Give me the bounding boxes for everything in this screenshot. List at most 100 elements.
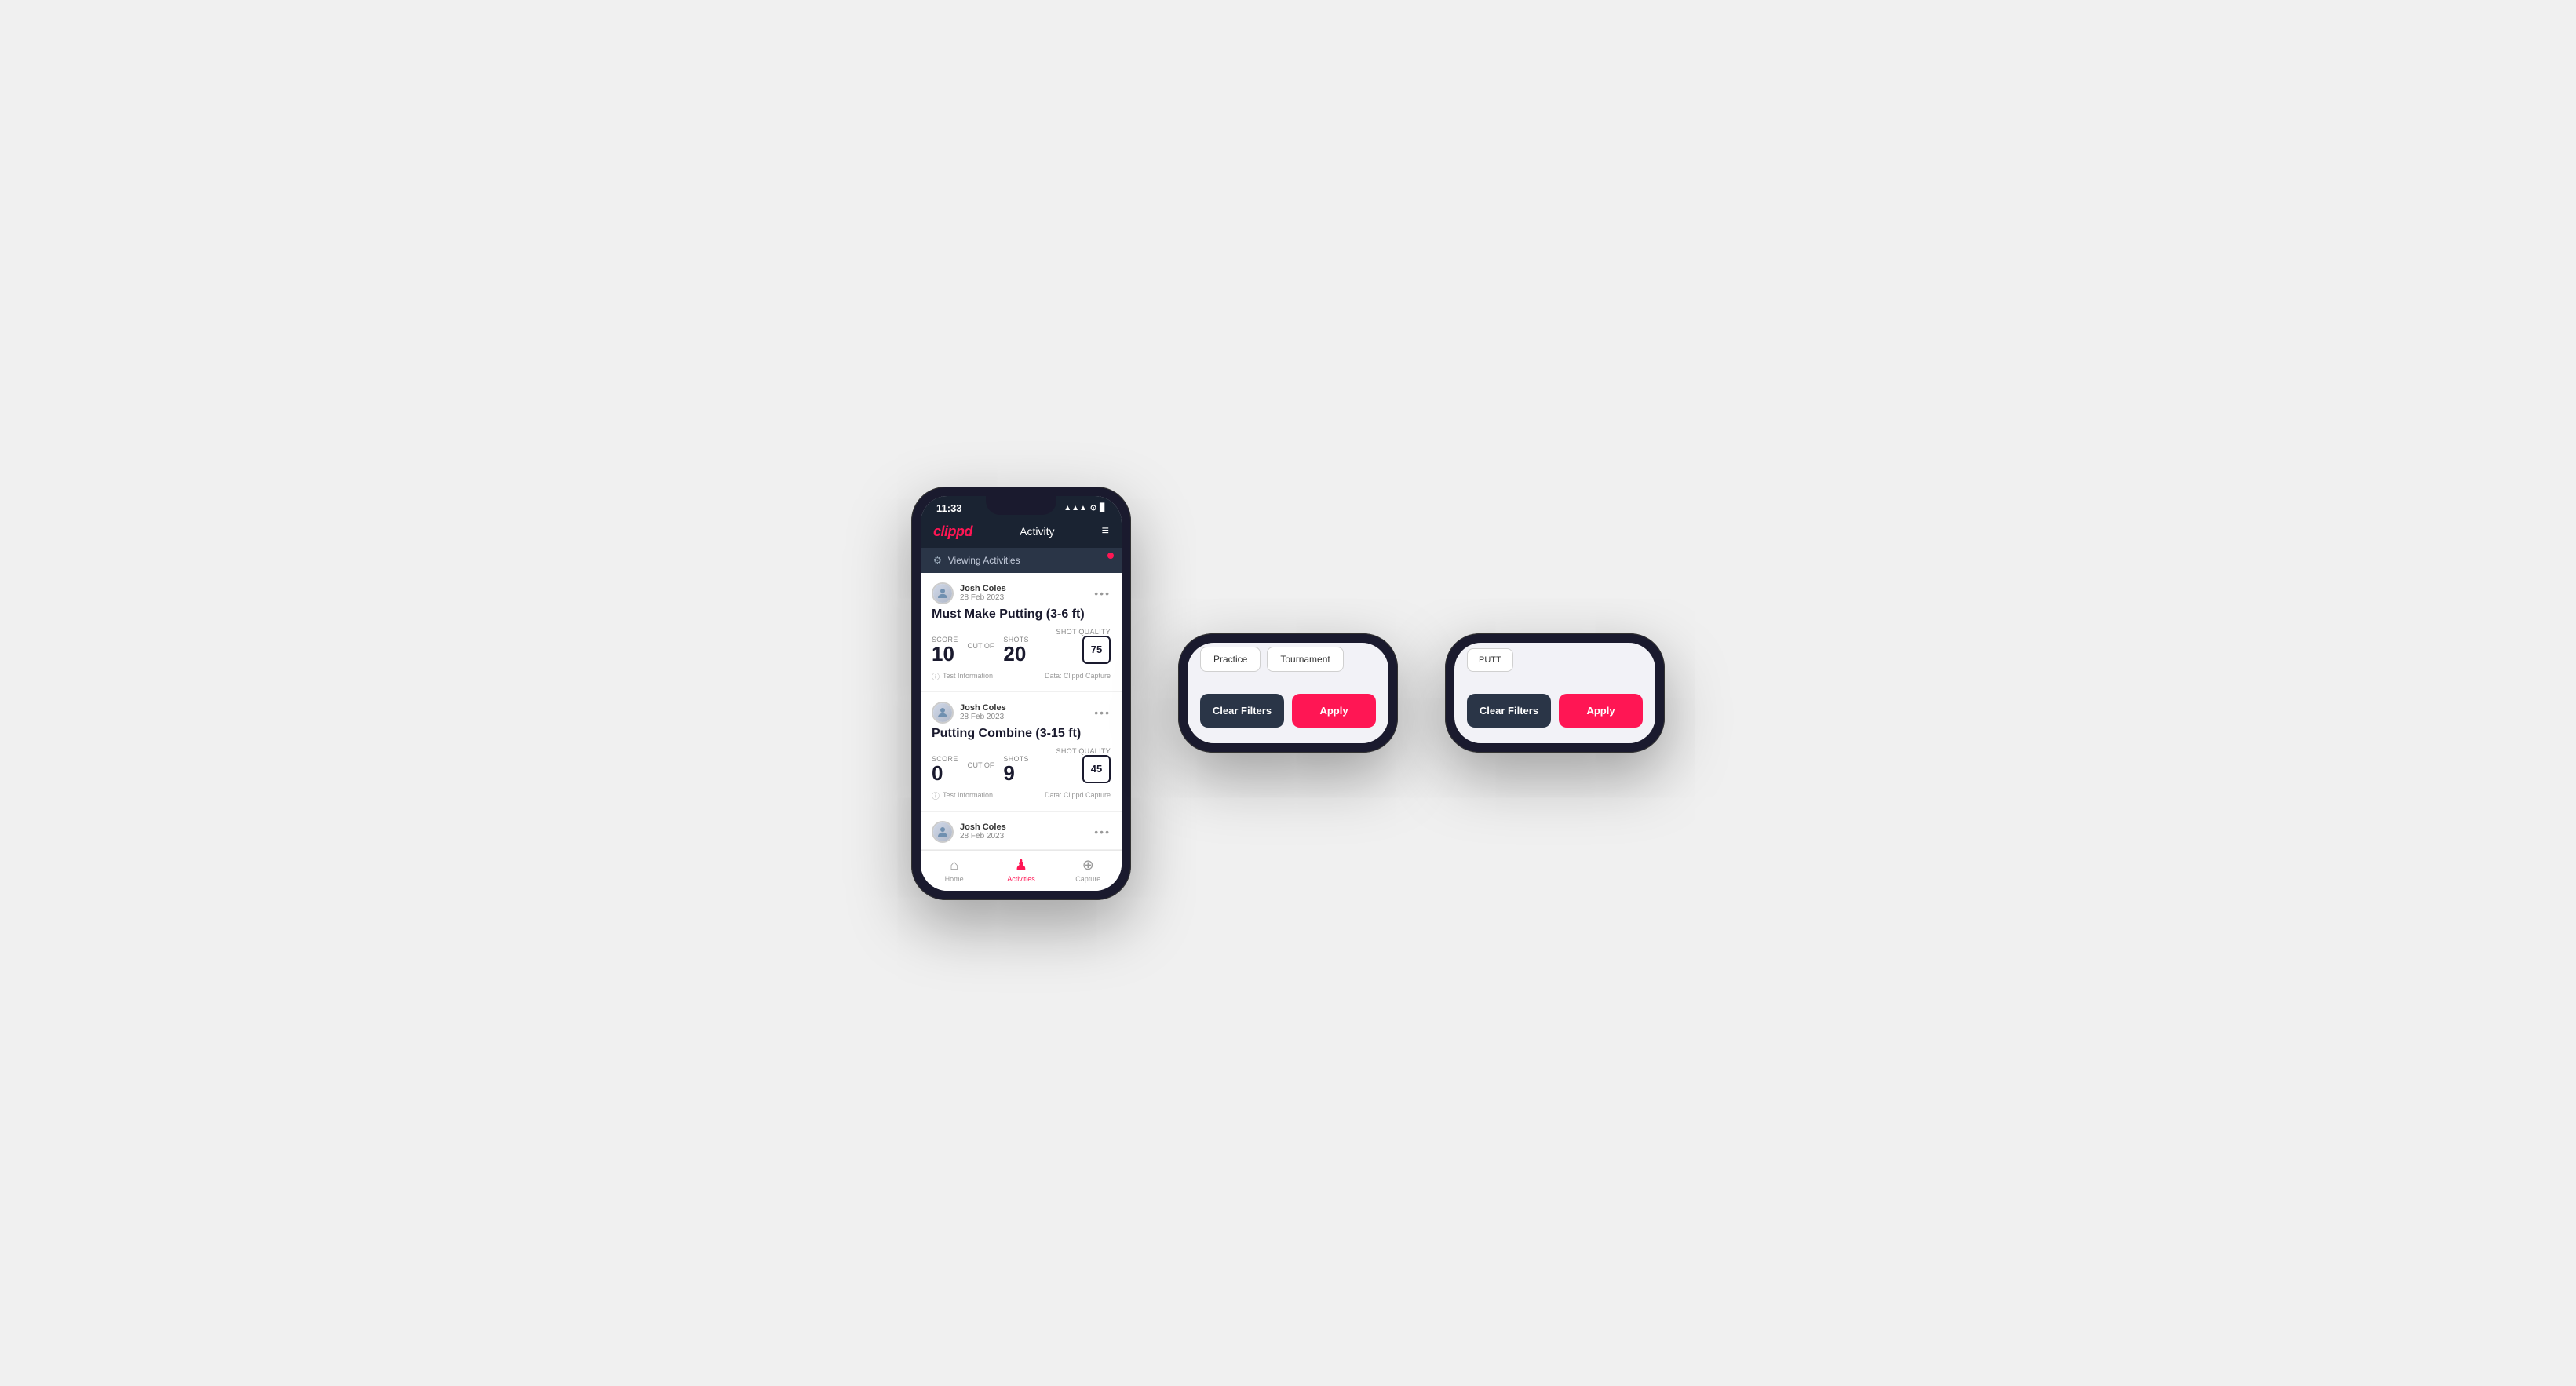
score-value-1: 10 <box>932 644 958 664</box>
rounds-section-2: Rounds Practice Tournament <box>1188 643 1388 681</box>
viewing-dot <box>1107 553 1114 559</box>
phone-2-screen: 11:33 ▲▲▲ ⊙ ▊ clippd Activity ≡ ⚙ Viewin… <box>1188 643 1388 743</box>
putt-btn-3[interactable]: PUTT <box>1467 648 1513 672</box>
scene: 11:33 ▲▲▲ ⊙ ▊ clippd Activity ≡ ⚙ Viewin… <box>864 440 1712 947</box>
status-icons: ▲▲▲ ⊙ ▊ <box>1064 504 1106 512</box>
data-source-2: Data: Clippd Capture <box>1045 791 1111 799</box>
user-name-2: Josh Coles <box>960 703 1006 713</box>
phone-2: 11:33 ▲▲▲ ⊙ ▊ clippd Activity ≡ ⚙ Viewin… <box>1178 633 1398 753</box>
apply-btn-3[interactable]: Apply <box>1559 694 1643 728</box>
nav-home-label: Home <box>945 875 964 883</box>
card-footer-1: ⓘ Test Information Data: Clippd Capture <box>932 670 1111 682</box>
filter-modal-2: Filter ✕ Show Rounds Practice Drills Rou… <box>1188 643 1388 743</box>
phone-1: 11:33 ▲▲▲ ⊙ ▊ clippd Activity ≡ ⚙ Viewin… <box>911 487 1131 900</box>
avatar-inner-1 <box>933 584 952 603</box>
footer-info-1: ⓘ Test Information <box>932 670 993 682</box>
nav-capture-label: Capture <box>1075 875 1100 883</box>
viewing-activities-bar[interactable]: ⚙ Viewing Activities <box>921 548 1122 573</box>
avatar-inner-3 <box>933 822 952 841</box>
avatar-inner-2 <box>933 703 952 722</box>
filter-rounds-buttons-2: Practice Tournament <box>1200 647 1376 672</box>
filter-drills-buttons-3: OTT APP ARG PUTT <box>1467 643 1643 672</box>
user-name-1: Josh Coles <box>960 584 1006 593</box>
user-date-1: 28 Feb 2023 <box>960 593 1006 602</box>
activity-card-1: Josh Coles 28 Feb 2023 ••• Must Make Put… <box>921 573 1122 692</box>
viewing-bar-text: Viewing Activities <box>948 555 1020 566</box>
wifi-icon: ⊙ <box>1090 504 1096 512</box>
logo: clippd <box>933 523 972 540</box>
quality-group-2: Shot Quality 45 <box>1056 747 1111 783</box>
score-group-1: Score 10 <box>932 636 958 664</box>
out-of-2: OUT OF <box>968 761 994 769</box>
quality-badge-2: 45 <box>1082 755 1111 783</box>
tournament-btn-2[interactable]: Tournament <box>1267 647 1343 672</box>
avatar-2 <box>932 702 954 724</box>
avatar-row-1: Josh Coles 28 Feb 2023 <box>932 582 1006 604</box>
quality-label-2: Shot Quality <box>1056 747 1111 755</box>
filter-modal-3: Filter ✕ Show Rounds Practice Drills Pra… <box>1454 643 1655 743</box>
menu-icon[interactable]: ≡ <box>1102 524 1109 538</box>
header-title: Activity <box>1020 525 1054 538</box>
quality-badge-1: 75 <box>1082 636 1111 664</box>
user-date-3: 28 Feb 2023 <box>960 832 1006 841</box>
info-text-2: Test Information <box>943 791 993 799</box>
modal-actions-2: Clear Filters Apply <box>1188 681 1388 731</box>
user-info-2: Josh Coles 28 Feb 2023 <box>960 703 1006 721</box>
avatar-row-3: Josh Coles 28 Feb 2023 <box>932 821 1006 843</box>
activities-icon: ♟ <box>1015 857 1027 874</box>
quality-group-1: Shot Quality 75 <box>1056 628 1111 664</box>
footer-info-2: ⓘ Test Information <box>932 790 993 801</box>
status-time: 11:33 <box>936 502 962 514</box>
apply-btn-2[interactable]: Apply <box>1292 694 1376 728</box>
nav-activities[interactable]: ♟ Activities <box>987 857 1054 883</box>
card-header-3: Josh Coles 28 Feb 2023 ••• <box>932 821 1111 843</box>
avatar-3 <box>932 821 954 843</box>
shots-value-2: 9 <box>1003 763 1029 783</box>
activity-card-3: Josh Coles 28 Feb 2023 ••• <box>921 812 1122 850</box>
battery-icon: ▊ <box>1100 504 1106 512</box>
activity-title-1: Must Make Putting (3-6 ft) <box>932 607 1111 622</box>
practice-drills-section-3: Practice Drills OTT APP ARG PUTT <box>1454 643 1655 681</box>
card-menu-3[interactable]: ••• <box>1094 826 1111 838</box>
signal-icon: ▲▲▲ <box>1064 504 1087 512</box>
card-menu-1[interactable]: ••• <box>1094 587 1111 600</box>
card-header-2: Josh Coles 28 Feb 2023 ••• <box>932 702 1111 724</box>
app-header: clippd Activity ≡ <box>921 517 1122 548</box>
avatar-1 <box>932 582 954 604</box>
bottom-nav: ⌂ Home ♟ Activities ⊕ Capture <box>921 850 1122 891</box>
score-value-2: 0 <box>932 763 958 783</box>
stats-row-2: Score 0 OUT OF Shots 9 Shot Quality 45 <box>932 747 1111 783</box>
nav-home[interactable]: ⌂ Home <box>921 857 987 883</box>
card-menu-2[interactable]: ••• <box>1094 706 1111 719</box>
avatar-row-2: Josh Coles 28 Feb 2023 <box>932 702 1006 724</box>
quality-label-1: Shot Quality <box>1056 628 1111 636</box>
user-date-2: 28 Feb 2023 <box>960 713 1006 721</box>
shots-value-1: 20 <box>1003 644 1029 664</box>
nav-capture[interactable]: ⊕ Capture <box>1055 857 1122 883</box>
activity-title-2: Putting Combine (3-15 ft) <box>932 727 1111 741</box>
card-footer-2: ⓘ Test Information Data: Clippd Capture <box>932 790 1111 801</box>
clear-filters-btn-2[interactable]: Clear Filters <box>1200 694 1284 728</box>
user-info-1: Josh Coles 28 Feb 2023 <box>960 584 1006 602</box>
phone-3: 11:33 ▲▲▲ ⊙ ▊ clippd Activity ≡ ⚙ Viewin… <box>1445 633 1665 753</box>
clear-filters-btn-3[interactable]: Clear Filters <box>1467 694 1551 728</box>
out-of-1: OUT OF <box>968 642 994 650</box>
activity-card-2: Josh Coles 28 Feb 2023 ••• Putting Combi… <box>921 692 1122 812</box>
card-header-1: Josh Coles 28 Feb 2023 ••• <box>932 582 1111 604</box>
user-name-3: Josh Coles <box>960 822 1006 832</box>
practice-btn-2[interactable]: Practice <box>1200 647 1261 672</box>
data-source-1: Data: Clippd Capture <box>1045 672 1111 680</box>
home-icon: ⌂ <box>950 857 958 874</box>
info-text-1: Test Information <box>943 672 993 680</box>
capture-icon: ⊕ <box>1082 857 1094 874</box>
stats-row-1: Score 10 OUT OF Shots 20 Shot Quality 75 <box>932 628 1111 664</box>
phone-3-screen: 11:33 ▲▲▲ ⊙ ▊ clippd Activity ≡ ⚙ Viewin… <box>1454 643 1655 743</box>
score-group-2: Score 0 <box>932 755 958 783</box>
phone-1-screen: 11:33 ▲▲▲ ⊙ ▊ clippd Activity ≡ ⚙ Viewin… <box>921 496 1122 891</box>
notch <box>986 496 1056 515</box>
user-info-3: Josh Coles 28 Feb 2023 <box>960 822 1006 841</box>
shots-group-1: Shots 20 <box>1003 636 1029 664</box>
nav-activities-label: Activities <box>1007 875 1035 883</box>
modal-actions-3: Clear Filters Apply <box>1454 681 1655 731</box>
shots-group-2: Shots 9 <box>1003 755 1029 783</box>
